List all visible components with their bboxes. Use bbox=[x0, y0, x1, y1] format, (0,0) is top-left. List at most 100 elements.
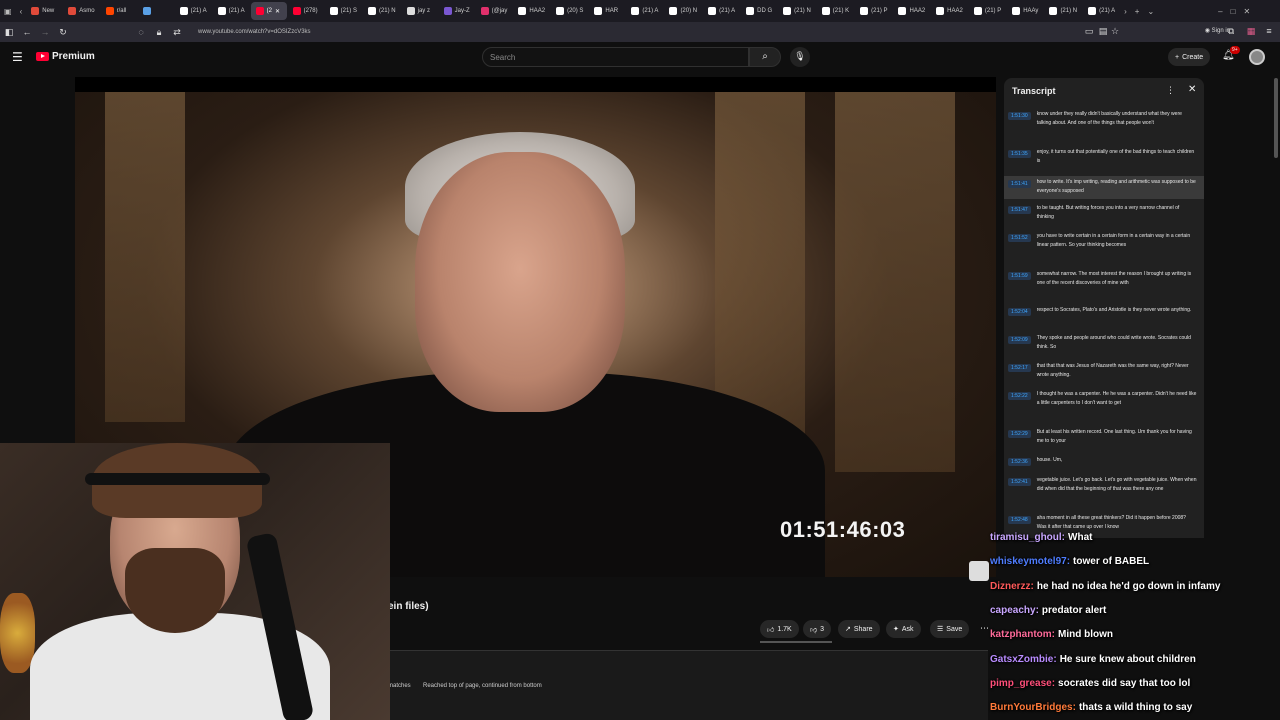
maximize-icon[interactable]: □ bbox=[1227, 7, 1240, 16]
browser-tab[interactable]: New bbox=[26, 2, 62, 20]
transcript-segment[interactable]: 1:51:41 how to write. It's imp writing, r… bbox=[1004, 176, 1204, 199]
segment-timestamp[interactable]: 1:52:04 bbox=[1008, 308, 1031, 316]
segment-timestamp[interactable]: 1:52:29 bbox=[1008, 430, 1031, 438]
segment-timestamp[interactable]: 1:52:48 bbox=[1008, 516, 1031, 524]
extensions-icon[interactable]: ⧉ bbox=[1222, 26, 1240, 37]
browser-tab[interactable]: (21) N bbox=[1044, 2, 1082, 20]
browser-tab[interactable]: jay z bbox=[402, 2, 438, 20]
more-actions-icon[interactable]: ⋯ bbox=[980, 623, 989, 634]
channel-watermark-icon[interactable] bbox=[969, 561, 989, 581]
address-bar-url[interactable]: www.youtube.com/watch?v=dOSIZzcV3ks bbox=[198, 29, 311, 35]
ask-button[interactable]: ✦ Ask bbox=[886, 620, 921, 638]
dislike-button[interactable]: 👎︎ 3 bbox=[803, 620, 832, 638]
browser-tab[interactable]: (21) P bbox=[855, 2, 892, 20]
browser-tab[interactable]: HAA2 bbox=[893, 2, 930, 20]
sidebar-toggle-icon[interactable]: ◧ bbox=[0, 27, 18, 38]
page-scrollbar[interactable] bbox=[1274, 78, 1278, 158]
browser-tab[interactable]: (21) N bbox=[363, 2, 401, 20]
extension-badge-icon[interactable]: ▦ bbox=[1242, 26, 1260, 37]
avatar[interactable] bbox=[1249, 49, 1265, 65]
close-icon[interactable]: ✕ bbox=[1188, 84, 1196, 95]
transcript-segment[interactable]: 1:52:17 that that that was Jesus of Nazar… bbox=[1004, 362, 1204, 380]
permissions-icon[interactable]: ⇄ bbox=[168, 27, 186, 38]
chat-text: He sure knew about children bbox=[1059, 653, 1196, 665]
transcript-segment[interactable]: 1:51:47 to be taught. But writing forces … bbox=[1004, 204, 1204, 222]
segment-timestamp[interactable]: 1:51:30 bbox=[1008, 112, 1031, 120]
tabs-scroll-right-icon[interactable]: › bbox=[1120, 7, 1131, 16]
browser-tab[interactable]: (21) A bbox=[1083, 2, 1120, 20]
transcript-segment[interactable]: 1:51:35 enjoy, it turns out that potentia… bbox=[1004, 148, 1204, 166]
transcript-segment[interactable]: 1:52:29 But at least his written record. … bbox=[1004, 428, 1204, 446]
youtube-premium-logo[interactable]: Premium bbox=[36, 51, 95, 62]
tab-close-icon[interactable]: ✕ bbox=[275, 8, 280, 15]
bookmark-star-icon[interactable]: ☆ bbox=[1106, 26, 1124, 37]
browser-tab[interactable] bbox=[138, 2, 174, 20]
segment-timestamp[interactable]: 1:51:52 bbox=[1008, 234, 1031, 242]
transcript-segment[interactable]: 1:52:22 I thought he was a carpenter. He … bbox=[1004, 390, 1204, 408]
segment-timestamp[interactable]: 1:52:22 bbox=[1008, 392, 1031, 400]
browser-tab[interactable]: HAA2 bbox=[931, 2, 968, 20]
transcript-segment[interactable]: 1:51:59 somewhat narrow. The most interes… bbox=[1004, 270, 1204, 288]
browser-tab[interactable]: Jay-Z bbox=[439, 2, 475, 20]
shield-icon[interactable]: ◌ bbox=[132, 27, 150, 37]
browser-tab[interactable]: DD G bbox=[741, 2, 777, 20]
segment-timestamp[interactable]: 1:52:09 bbox=[1008, 336, 1031, 344]
browser-tab[interactable]: (21) S bbox=[325, 2, 362, 20]
segment-timestamp[interactable]: 1:52:41 bbox=[1008, 478, 1031, 486]
search-button[interactable]: ⌕ bbox=[749, 47, 781, 67]
close-window-icon[interactable]: ✕ bbox=[1239, 7, 1254, 16]
lock-icon[interactable]: 🔒︎ bbox=[150, 27, 168, 38]
browser-tab[interactable]: (20) S bbox=[551, 2, 588, 20]
save-button[interactable]: ☰ Save bbox=[930, 620, 970, 638]
browser-menu-icon[interactable]: ≡ bbox=[1260, 26, 1278, 36]
browser-tab[interactable]: Asmo bbox=[63, 2, 99, 20]
transcript-segment[interactable]: 1:51:52 you have to write certain in a ce… bbox=[1004, 232, 1204, 250]
back-icon[interactable]: ← bbox=[18, 27, 36, 37]
create-button[interactable]: + Create bbox=[1168, 48, 1211, 66]
transcript-segment[interactable]: 1:52:04 respect to Socrates, Plato's and … bbox=[1004, 306, 1204, 316]
search-input[interactable]: Search bbox=[482, 47, 749, 67]
browser-tab[interactable]: (20) N bbox=[664, 2, 702, 20]
transcript-segment[interactable]: 1:51:30 know under they really didn't bas… bbox=[1004, 110, 1204, 128]
browser-tab[interactable]: (21) P bbox=[969, 2, 1006, 20]
segment-timestamp[interactable]: 1:51:47 bbox=[1008, 206, 1031, 214]
share-button[interactable]: ↗ Share bbox=[838, 620, 880, 638]
browser-tab[interactable]: (21) A bbox=[626, 2, 663, 20]
browser-tab[interactable]: (@jay bbox=[476, 2, 513, 20]
segment-timestamp[interactable]: 1:51:59 bbox=[1008, 272, 1031, 280]
reload-icon[interactable]: ↻ bbox=[54, 27, 72, 38]
tab-dropdown-icon[interactable]: ⌄ bbox=[1143, 7, 1158, 16]
tab-favicon-icon bbox=[217, 7, 226, 15]
transcript-segment[interactable]: 1:52:09 They spoke and people around who … bbox=[1004, 334, 1204, 352]
new-tab-icon[interactable]: + bbox=[1131, 7, 1144, 16]
browser-tab[interactable]: (278) bbox=[288, 2, 324, 20]
browser-tab[interactable]: HAA2 bbox=[513, 2, 550, 20]
segment-timestamp[interactable]: 1:52:17 bbox=[1008, 364, 1031, 372]
tab-list-icon[interactable]: ▣ bbox=[0, 7, 16, 16]
browser-tab[interactable]: HAR bbox=[589, 2, 625, 20]
segment-timestamp[interactable]: 1:52:36 bbox=[1008, 458, 1031, 466]
voice-search-button[interactable]: 🎙︎ bbox=[790, 47, 810, 67]
browser-tab[interactable]: (21) K bbox=[817, 2, 854, 20]
browser-tab[interactable]: (21) A bbox=[703, 2, 740, 20]
transcript-segment[interactable]: 1:52:36 house. Um, bbox=[1004, 456, 1204, 466]
background-plush-toy bbox=[0, 593, 35, 673]
segment-timestamp[interactable]: 1:51:41 bbox=[1008, 180, 1031, 188]
browser-tab[interactable]: (2 ✕ bbox=[250, 2, 287, 20]
browser-tab[interactable]: (21) A bbox=[175, 2, 212, 20]
segment-timestamp[interactable]: 1:51:35 bbox=[1008, 150, 1031, 158]
create-label: Create bbox=[1182, 53, 1204, 61]
browser-tab[interactable]: HAAy bbox=[1007, 2, 1043, 20]
browser-tab[interactable]: (21) N bbox=[778, 2, 816, 20]
streamer-beard bbox=[125, 548, 225, 633]
browser-tab[interactable]: r/all bbox=[101, 2, 137, 20]
tabs-scroll-left-icon[interactable]: ‹ bbox=[16, 7, 27, 16]
browser-tab[interactable]: (21) A bbox=[213, 2, 250, 20]
hamburger-menu-icon[interactable]: ☰ bbox=[12, 50, 23, 64]
forward-icon[interactable]: → bbox=[36, 27, 54, 37]
transcript-segment[interactable]: 1:52:41 vegetable juice. Let's go back. L… bbox=[1004, 476, 1204, 494]
like-button[interactable]: 👍︎ 1.7K bbox=[760, 620, 799, 638]
minimize-icon[interactable]: – bbox=[1214, 7, 1226, 16]
more-options-icon[interactable]: ⋮ bbox=[1166, 85, 1175, 96]
tab-favicon-icon bbox=[142, 7, 151, 15]
